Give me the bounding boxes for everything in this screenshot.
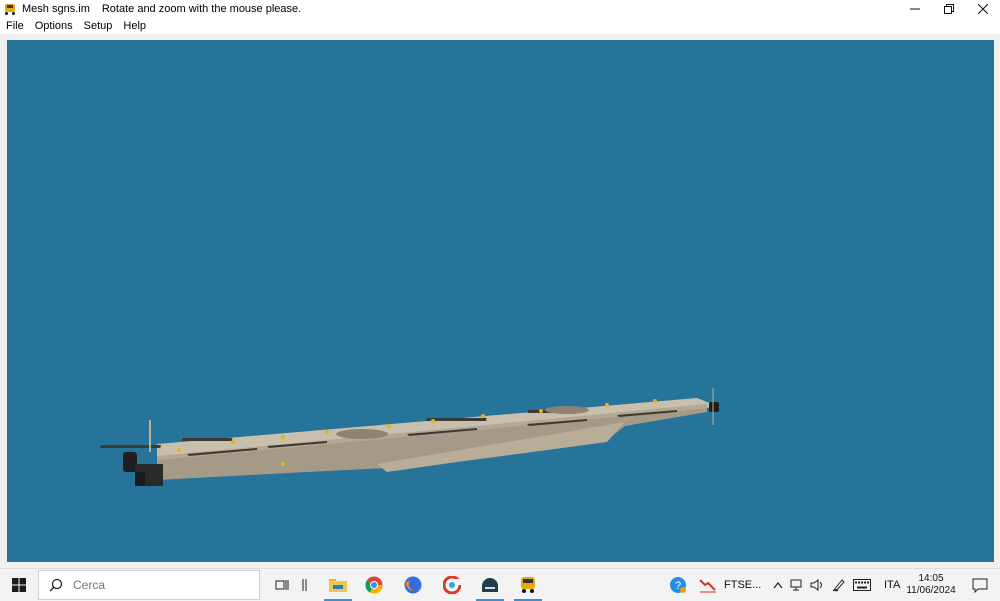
keyboard-icon — [853, 579, 871, 591]
firefox-icon — [404, 576, 422, 594]
taskbar-file-explorer[interactable] — [320, 569, 356, 601]
taskbar-ccleaner[interactable] — [434, 569, 470, 601]
network-icon — [790, 579, 802, 591]
search-icon — [49, 578, 63, 592]
speaker-icon — [810, 579, 822, 591]
menu-bar: File Options Setup Help — [0, 18, 1000, 34]
app-window: Mesh sgns.im Rotate and zoom with the mo… — [0, 0, 1000, 568]
tray-volume-button[interactable] — [806, 569, 828, 601]
taskbar-chrome[interactable] — [356, 569, 392, 601]
taskbar-firefox[interactable] — [395, 569, 431, 601]
tray-keyboard-button[interactable] — [848, 569, 876, 601]
minimize-button[interactable] — [898, 0, 932, 18]
taskbar-search[interactable] — [38, 570, 260, 600]
windows-logo-icon — [12, 578, 26, 592]
3d-viewport[interactable] — [7, 40, 994, 562]
pen-icon — [832, 579, 845, 592]
stock-ticker-label[interactable]: FTSE... — [724, 579, 761, 591]
stock-down-chart-icon — [699, 579, 716, 593]
chrome-icon — [365, 576, 383, 594]
notifications-button[interactable] — [962, 569, 998, 601]
wagon-model — [100, 388, 719, 486]
ccleaner-icon — [443, 576, 461, 594]
taskbar-clock[interactable]: 14:05 11/06/2024 — [902, 573, 960, 597]
close-button[interactable] — [966, 0, 1000, 18]
window-instruction: Rotate and zoom with the mouse please. — [101, 3, 302, 15]
close-icon — [978, 4, 988, 14]
folder-icon — [329, 579, 347, 592]
notification-icon — [972, 578, 988, 593]
menu-setup[interactable]: Setup — [78, 20, 118, 32]
windows-taskbar: ? FTSE... ITA 14:05 11/06/2024 — [0, 568, 1000, 601]
tray-network-button[interactable] — [786, 569, 808, 601]
language-indicator[interactable]: ITA — [884, 579, 900, 591]
title-bar[interactable]: Mesh sgns.im Rotate and zoom with the mo… — [0, 0, 1000, 18]
window-title: Mesh sgns.im — [22, 3, 90, 15]
task-view-icon — [275, 580, 289, 590]
help-shield-icon: ? — [670, 577, 686, 593]
minimize-icon — [910, 8, 920, 10]
divider-bars-icon — [302, 579, 307, 591]
clock-date: 11/06/2024 — [906, 585, 956, 596]
search-input[interactable] — [71, 577, 235, 593]
tray-stock-icon-button[interactable] — [690, 569, 726, 601]
taskbar-dome-app[interactable] — [472, 569, 508, 601]
train-app-icon — [4, 3, 16, 15]
menu-help[interactable]: Help — [117, 20, 151, 32]
menu-file[interactable]: File — [0, 20, 29, 32]
restore-button[interactable] — [932, 0, 966, 18]
menu-options[interactable]: Options — [29, 20, 78, 32]
dome-app-icon — [482, 578, 498, 592]
train-icon — [521, 577, 535, 593]
chevron-up-icon — [773, 582, 783, 589]
taskbar-train-app[interactable] — [510, 569, 546, 601]
tray-pen-button[interactable] — [828, 569, 850, 601]
start-button[interactable] — [0, 569, 38, 601]
clock-time: 14:05 — [918, 573, 944, 584]
widgets-button[interactable] — [290, 569, 320, 601]
restore-icon — [944, 4, 954, 14]
